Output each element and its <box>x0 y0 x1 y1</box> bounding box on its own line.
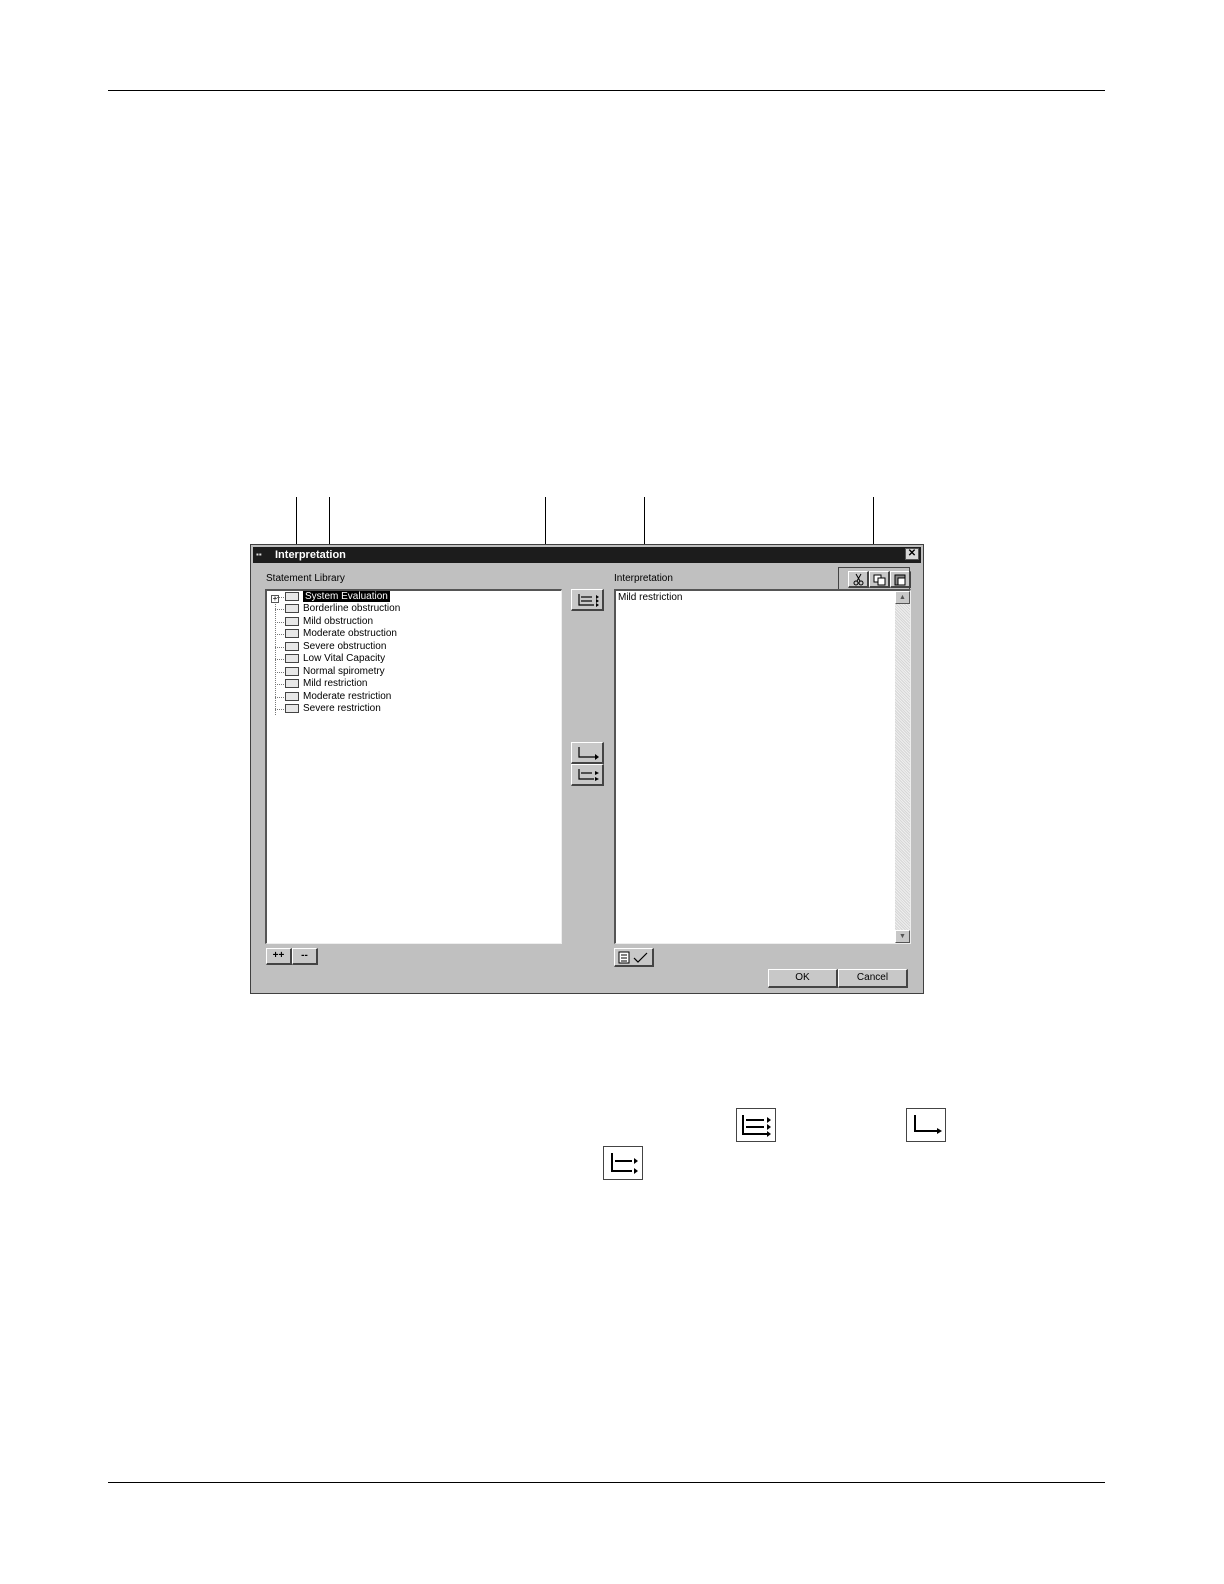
tree-item-label: Low Vital Capacity <box>303 653 386 664</box>
tree-branch <box>275 634 284 635</box>
scroll-up-arrow[interactable]: ▲ <box>895 591 910 604</box>
insert-all-button[interactable] <box>571 589 604 611</box>
dialog-titlebar[interactable]: ▪▪ Interpretation ✕ <box>253 547 921 563</box>
interpretation-text: Mild restriction <box>618 592 683 603</box>
footer-rule <box>108 1482 1105 1483</box>
insert-statement-button[interactable] <box>571 742 604 764</box>
insert-group-icon <box>578 769 599 781</box>
vertical-scrollbar[interactable]: ▲ ▼ <box>895 591 910 943</box>
folder-icon <box>285 666 299 676</box>
tree-branch <box>275 609 284 610</box>
insert-all-large-icon <box>736 1108 776 1142</box>
folder-icon <box>285 641 299 651</box>
folder-icon <box>285 653 299 663</box>
tree-item-label: Moderate restriction <box>303 691 392 702</box>
dialog-title: Interpretation <box>275 549 346 561</box>
tree-item[interactable]: Severe obstruction <box>285 641 386 653</box>
expand-all-button[interactable]: ++ <box>266 948 292 965</box>
toolbar-callout-bracket <box>838 567 910 589</box>
tree-item-label: Mild obstruction <box>303 616 374 627</box>
tree-item[interactable]: System Evaluation <box>285 591 390 603</box>
tree-branch <box>275 697 284 698</box>
folder-icon <box>285 691 299 701</box>
insert-statement-icon <box>578 747 599 760</box>
spellcheck-icon <box>618 951 648 964</box>
tree-item[interactable]: Mild restriction <box>285 678 367 690</box>
scroll-down-arrow[interactable]: ▼ <box>895 930 910 943</box>
ok-button[interactable]: OK <box>768 969 838 988</box>
folder-icon <box>285 603 299 613</box>
tree-item[interactable]: Mild obstruction <box>285 616 373 628</box>
insert-group-button[interactable] <box>571 764 604 786</box>
tree-item[interactable]: Low Vital Capacity <box>285 653 385 665</box>
close-button[interactable]: ✕ <box>905 548 919 560</box>
interpretation-label: Interpretation <box>614 573 673 584</box>
tree-branch <box>275 647 284 648</box>
app-icon: ▪▪ <box>256 550 262 559</box>
tree-item-label: System Evaluation <box>303 591 390 602</box>
tree-item[interactable]: Borderline obstruction <box>285 603 400 615</box>
tree-branch <box>275 597 284 598</box>
folder-icon <box>285 703 299 713</box>
tree-item-label: Normal spirometry <box>303 666 385 677</box>
tree-item-label: Moderate obstruction <box>303 628 397 639</box>
tree-branch <box>275 659 284 660</box>
interpretation-dialog: ▪▪ Interpretation ✕ Statement Library In… <box>250 544 924 994</box>
tree-item-label: Severe restriction <box>303 703 381 714</box>
spellcheck-button[interactable] <box>614 948 654 967</box>
tree-branch <box>275 684 284 685</box>
tree-branch <box>275 709 284 710</box>
tree-branch <box>275 622 284 623</box>
folder-icon <box>285 616 299 626</box>
statement-library-tree[interactable]: + System Evaluation Borderline obstructi… <box>265 589 562 944</box>
interpretation-textbox[interactable]: Mild restriction ▲ ▼ <box>614 589 911 944</box>
tree-item[interactable]: Normal spirometry <box>285 666 385 678</box>
folder-icon <box>285 591 299 601</box>
tree-item[interactable]: Moderate obstruction <box>285 628 397 640</box>
insert-statement-large-icon <box>906 1108 946 1142</box>
tree-item-label: Severe obstruction <box>303 641 387 652</box>
folder-icon <box>285 628 299 638</box>
tree-branch <box>275 672 284 673</box>
cancel-button[interactable]: Cancel <box>838 969 908 988</box>
tree-item-label: Mild restriction <box>303 678 368 689</box>
tree-item[interactable]: Moderate restriction <box>285 691 391 703</box>
insert-group-large-icon <box>603 1146 643 1180</box>
statement-library-label: Statement Library <box>266 573 345 584</box>
insert-all-icon <box>578 594 599 607</box>
header-rule <box>108 90 1105 91</box>
collapse-all-button[interactable]: -- <box>292 948 318 965</box>
tree-item[interactable]: Severe restriction <box>285 703 381 715</box>
folder-icon <box>285 678 299 688</box>
tree-item-label: Borderline obstruction <box>303 603 401 614</box>
